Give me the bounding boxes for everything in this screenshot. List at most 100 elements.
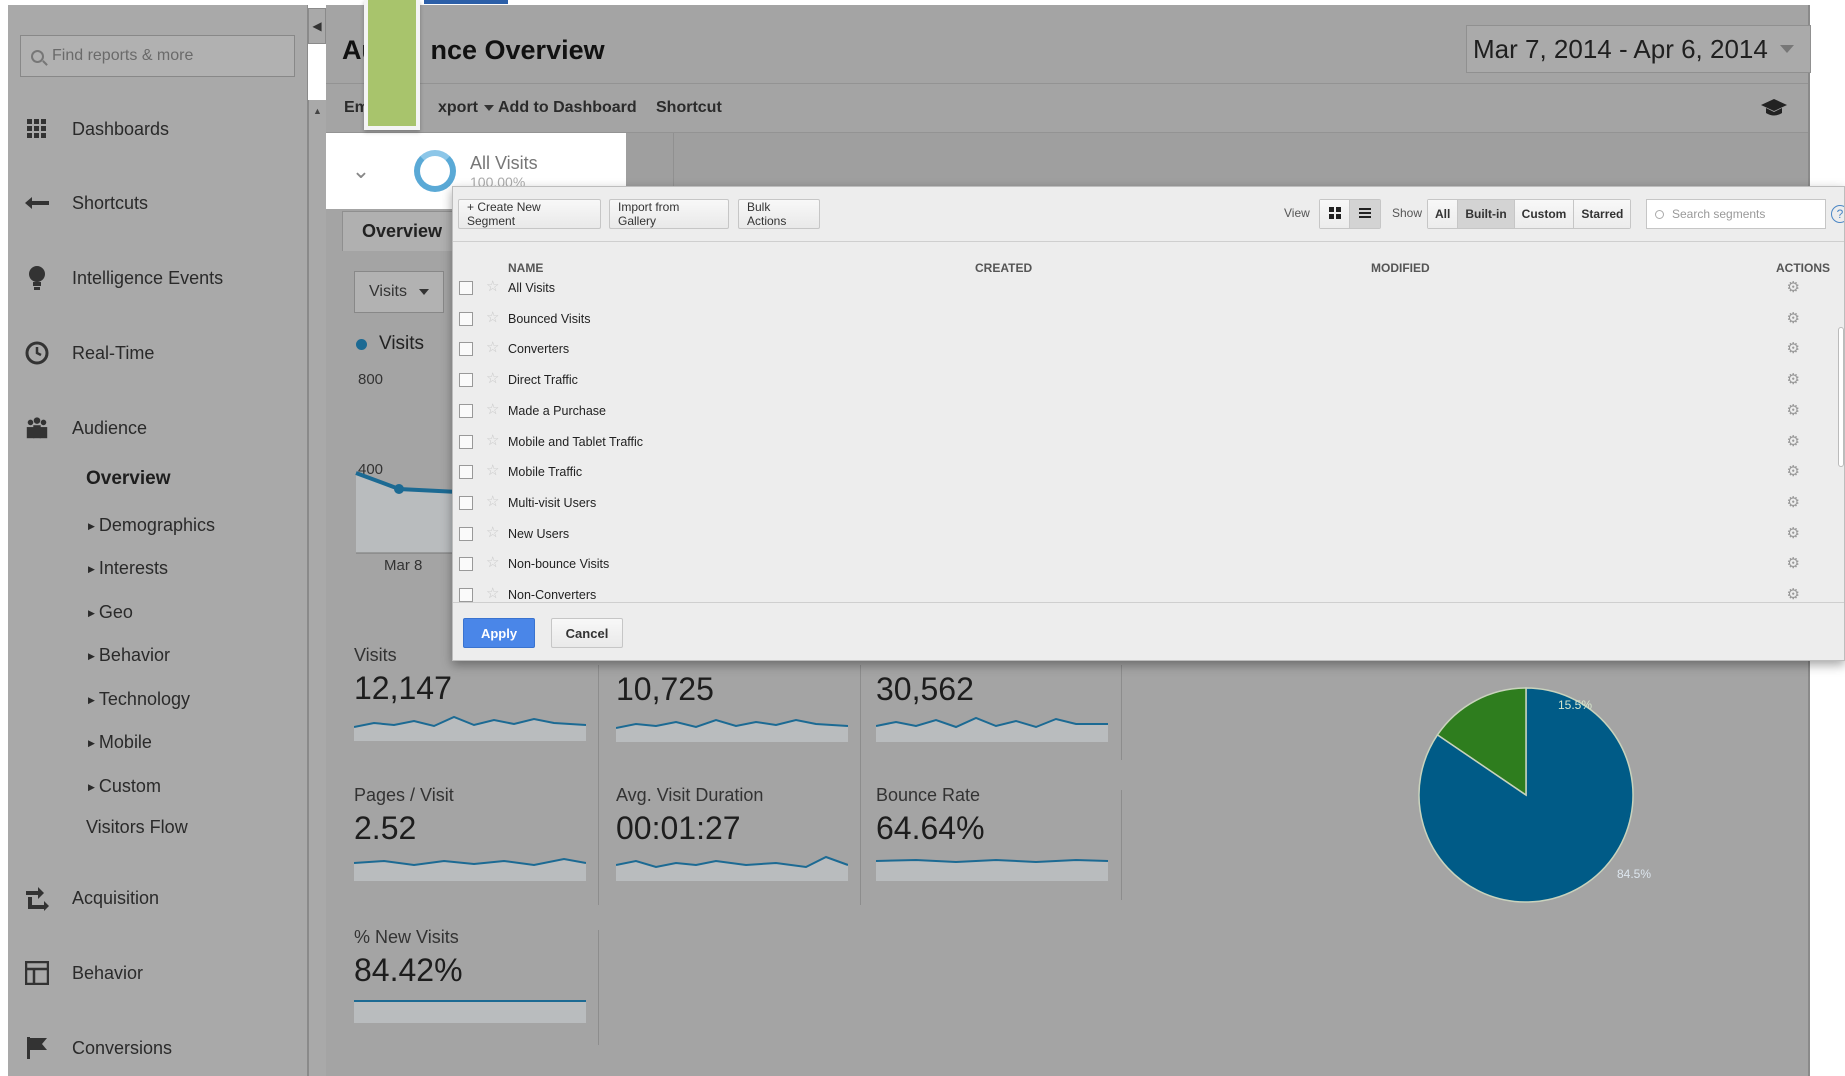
row-checkbox[interactable] (459, 434, 473, 449)
segment-row-name[interactable]: Converters (508, 342, 569, 356)
gear-icon[interactable]: ⚙ (1787, 493, 1800, 511)
sub-mobile[interactable]: ▶ Mobile (88, 732, 152, 753)
bulk-actions-button[interactable]: Bulk Actions (738, 199, 820, 229)
star-icon[interactable]: ☆ (486, 369, 499, 387)
row-checkbox[interactable] (459, 373, 473, 388)
show-custom-option[interactable]: Custom (1514, 200, 1575, 228)
segment-row-name[interactable]: All Visits (508, 281, 555, 295)
segment-row[interactable]: ☆ Direct Traffic ⚙ (453, 365, 1844, 396)
table-scrollbar[interactable] (1838, 327, 1844, 467)
create-new-segment-button[interactable]: + Create New Segment (458, 199, 601, 229)
gear-icon[interactable]: ⚙ (1787, 309, 1800, 327)
gear-icon[interactable]: ⚙ (1787, 370, 1800, 388)
star-icon[interactable]: ☆ (486, 308, 499, 326)
cancel-button[interactable]: Cancel (551, 618, 623, 648)
star-icon[interactable]: ☆ (486, 523, 499, 541)
shortcut-button[interactable]: Shortcut (656, 99, 722, 117)
row-checkbox[interactable] (459, 526, 473, 541)
import-from-gallery-button[interactable]: Import from Gallery (609, 199, 729, 229)
segment-row-name[interactable]: Multi-visit Users (508, 496, 596, 510)
segment-row[interactable]: ☆ All Visits ⚙ (453, 273, 1844, 304)
help-icon[interactable]: ? (1831, 205, 1844, 223)
export-button[interactable]: xport (438, 99, 494, 117)
sub-geo[interactable]: ▶ Geo (88, 602, 133, 623)
nav-acquisition[interactable]: Acquisition (24, 878, 159, 918)
segment-row[interactable]: ☆ Bounced Visits ⚙ (453, 304, 1844, 335)
segment-row[interactable]: ☆ Made a Purchase ⚙ (453, 396, 1844, 427)
gear-icon[interactable]: ⚙ (1787, 339, 1800, 357)
collapse-sidebar-button[interactable]: ◀ (308, 8, 326, 44)
star-icon[interactable]: ☆ (486, 338, 499, 356)
segment-expand-button[interactable]: ⌄ (326, 133, 396, 209)
search-segments-input[interactable]: Search segments (1646, 199, 1826, 229)
grid-view-button[interactable] (1320, 200, 1350, 228)
date-range-picker[interactable]: Mar 7, 2014 - Apr 6, 2014 (1466, 25, 1811, 73)
gear-icon[interactable]: ⚙ (1787, 401, 1800, 419)
sub-demographics[interactable]: ▶ Demographics (88, 515, 215, 536)
row-checkbox[interactable] (459, 342, 473, 357)
row-checkbox[interactable] (459, 465, 473, 480)
row-checkbox[interactable] (459, 495, 473, 510)
nav-conversions[interactable]: Conversions (24, 1028, 172, 1068)
sub-interests[interactable]: ▶ Interests (88, 558, 168, 579)
row-checkbox[interactable] (459, 281, 473, 295)
apply-button[interactable]: Apply (463, 618, 535, 648)
star-icon[interactable]: ☆ (486, 461, 499, 479)
show-built-in-option[interactable]: Built-in (1458, 200, 1515, 228)
report-search-input[interactable]: Find reports & more (20, 35, 295, 77)
gear-icon[interactable]: ⚙ (1787, 585, 1800, 602)
list-view-button[interactable] (1350, 200, 1380, 228)
row-checkbox[interactable] (459, 588, 473, 602)
segment-row[interactable]: ☆ Non-Converters ⚙ (453, 580, 1844, 602)
star-icon[interactable]: ☆ (486, 584, 499, 602)
add-to-dashboard-button[interactable]: Add to Dashboard (498, 99, 637, 117)
segment-row-name[interactable]: Mobile Traffic (508, 465, 582, 479)
nav-dashboards[interactable]: Dashboards (24, 109, 169, 149)
gear-icon[interactable]: ⚙ (1787, 462, 1800, 480)
segment-row[interactable]: ☆ Mobile Traffic ⚙ (453, 457, 1844, 488)
nav-intelligence-events[interactable]: Intelligence Events (24, 258, 223, 298)
gear-icon[interactable]: ⚙ (1787, 278, 1800, 296)
segment-row-name[interactable]: Bounced Visits (508, 312, 590, 326)
segment-row-name[interactable]: Non-bounce Visits (508, 557, 609, 571)
segment-row-name[interactable]: Non-Converters (508, 588, 596, 602)
grid-view-icon (1328, 206, 1341, 222)
graduation-cap-icon[interactable] (1760, 98, 1788, 124)
nav-real-time[interactable]: Real-Time (24, 333, 154, 373)
gear-icon[interactable]: ⚙ (1787, 524, 1800, 542)
star-icon[interactable]: ☆ (486, 492, 499, 510)
segment-row[interactable]: ☆ Non-bounce Visits ⚙ (453, 549, 1844, 580)
tab-overview[interactable]: Overview (342, 211, 462, 251)
row-checkbox[interactable] (459, 403, 473, 418)
metric-bounce-rate: Bounce Rate 64.64% (876, 785, 1116, 881)
sub-custom[interactable]: ▶ Custom (88, 776, 161, 797)
nav-behavior[interactable]: Behavior (24, 953, 143, 993)
show-all-option[interactable]: All (1428, 200, 1459, 228)
segment-row-name[interactable]: New Users (508, 527, 569, 541)
nav-audience[interactable]: Audience (24, 408, 147, 448)
sub-technology[interactable]: ▶ Technology (88, 689, 190, 710)
nav-shortcuts[interactable]: Shortcuts (24, 183, 148, 223)
segment-row[interactable]: ☆ Converters ⚙ (453, 334, 1844, 365)
segment-row-name[interactable]: Mobile and Tablet Traffic (508, 435, 643, 449)
show-starred-option[interactable]: Starred (1574, 200, 1631, 228)
gear-icon[interactable]: ⚙ (1787, 554, 1800, 572)
gear-icon[interactable]: ⚙ (1787, 432, 1800, 450)
star-icon[interactable]: ☆ (486, 553, 499, 571)
segment-row[interactable]: ☆ Multi-visit Users ⚙ (453, 488, 1844, 519)
row-checkbox[interactable] (459, 557, 473, 572)
sub-overview[interactable]: Overview (86, 468, 171, 490)
star-icon[interactable]: ☆ (486, 277, 499, 295)
segment-row-name[interactable]: Direct Traffic (508, 373, 578, 387)
segment-row[interactable]: ☆ New Users ⚙ (453, 519, 1844, 550)
sub-visitors-flow[interactable]: Visitors Flow (86, 817, 188, 838)
star-icon[interactable]: ☆ (486, 431, 499, 449)
segment-row[interactable]: ☆ Mobile and Tablet Traffic ⚙ (453, 427, 1844, 458)
metric-selector[interactable]: Visits (354, 271, 444, 313)
sub-technology-label: Technology (98, 689, 190, 709)
row-checkbox[interactable] (459, 311, 473, 326)
sidebar-scrollbar[interactable]: ▲ (308, 100, 326, 1076)
sub-behavior[interactable]: ▶ Behavior (88, 645, 170, 666)
star-icon[interactable]: ☆ (486, 400, 499, 418)
segment-row-name[interactable]: Made a Purchase (508, 404, 606, 418)
